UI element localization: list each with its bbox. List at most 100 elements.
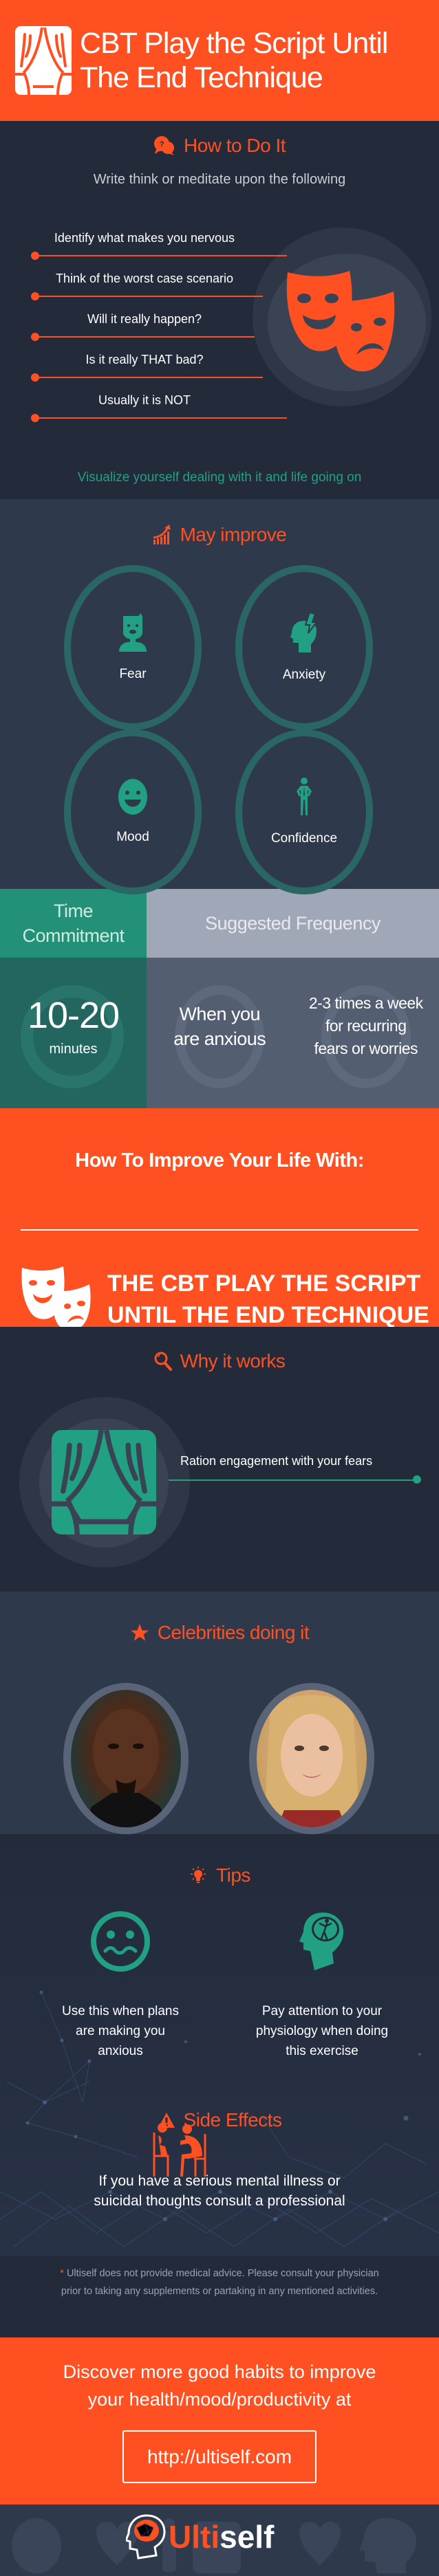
step-line <box>36 417 287 419</box>
improve-item-mood: Mood <box>64 729 202 894</box>
celebrity-photo-kanye-west <box>71 1690 181 1827</box>
improve-item-fear: Fear <box>64 565 202 730</box>
smiley-icon <box>118 779 147 815</box>
step-text: Think of the worst case scenario <box>55 272 234 285</box>
disclaimer-asterisk: * <box>60 2268 64 2279</box>
step-item: Will it really happen? <box>28 312 289 353</box>
step-line <box>36 296 263 297</box>
banner-technique-name: THE CBT PLAY THE SCRIPT UNTIL THE END TE… <box>107 1268 429 1331</box>
improve-label: Fear <box>119 667 147 681</box>
side-effects-line: suicidal thoughts consult a professional <box>94 2193 345 2209</box>
improve-item-confidence: Confidence <box>235 729 373 894</box>
ultiself-link-button[interactable]: http://ultiself.com <box>122 2430 317 2483</box>
cta-text: Discover more good habits to improve your… <box>0 2358 439 2413</box>
banner-heading: How To Improve Your Life With: <box>75 1149 364 1171</box>
cta-line-2: your health/mood/productivity at <box>87 2389 352 2410</box>
step-text: Identify what makes you nervous <box>54 231 235 245</box>
steps-list: Identify what makes you nervous Think of… <box>28 231 289 434</box>
tip-line: physiology when doing <box>255 2024 389 2038</box>
step-item: Identify what makes you nervous <box>28 231 289 272</box>
question-chat-icon: ? <box>153 136 174 155</box>
time-commitment-unit: minutes <box>49 1042 98 1057</box>
banner-technique: THE CBT PLAY THE SCRIPT UNTIL THE END TE… <box>21 1266 429 1332</box>
tip-line: anxious <box>98 2044 143 2058</box>
brain-head-icon <box>126 2514 166 2560</box>
time-commitment-value: 10-20 <box>27 995 120 1036</box>
tip-line: this exercise <box>286 2044 358 2058</box>
title-line-1: CBT Play the Script Until <box>80 27 388 60</box>
tip-line: Use this when plans <box>61 2004 180 2018</box>
head-body-icon <box>299 1913 343 1970</box>
nervous-face-icon <box>91 1911 150 1972</box>
suggested-frequency-body: When you are anxious 2-3 times a week for … <box>147 958 439 1108</box>
step-line <box>36 336 255 338</box>
side-effects-text: If you have a serious mental illness or s… <box>0 2171 439 2211</box>
tips-section: Tips Use this when plans are making you an… <box>0 1834 439 2256</box>
why-it-works-section: Why it works Ration engagement with your… <box>0 1327 439 1592</box>
step-text: Usually it is NOT <box>98 393 191 407</box>
banner-line-1: THE CBT PLAY THE SCRIPT <box>107 1270 421 1297</box>
celebrity-photo-ellie-goulding <box>257 1690 367 1827</box>
why-reason: Ration engagement with your fears <box>180 1454 373 1468</box>
improve-label: Mood <box>116 830 149 844</box>
may-improve-heading: May improve <box>0 499 439 546</box>
disclaimer-line-2: prior to taking any supplements or parta… <box>61 2286 378 2297</box>
time-commitment-label-1: Time <box>54 901 94 921</box>
frequency-option: 2-3 times a week for recurring fears or wo… <box>293 958 439 1108</box>
theater-masks-icon <box>21 1266 91 1331</box>
how-to-section: ? How to Do It Write think or meditate u… <box>0 121 439 499</box>
step-item: Is it really THAT bad? <box>28 353 289 393</box>
improve-life-banner: How To Improve Your Life With: THE CBT P… <box>0 1108 439 1331</box>
why-title: Why it works <box>180 1350 286 1372</box>
cta-line-1: Discover more good habits to improve <box>63 2362 376 2382</box>
how-to-title: How to Do It <box>183 135 286 156</box>
step-item: Usually it is NOT <box>28 393 289 434</box>
scared-person-icon <box>119 613 147 652</box>
side-effects-heading: Side Effects <box>0 2079 439 2131</box>
cta-section: Discover more good habits to improve your… <box>0 2337 439 2505</box>
footer: Ultiself <box>0 2505 439 2576</box>
frequency-line: fears or worries <box>314 1039 418 1057</box>
frequency-text: When you are anxious <box>173 1002 266 1051</box>
suggested-frequency-panel: Suggested Frequency When you are anxious … <box>147 889 439 1108</box>
step-text: Is it really THAT bad? <box>85 353 204 366</box>
visualize-text: Visualize yourself dealing with it and l… <box>77 470 362 485</box>
growth-chart-icon <box>153 525 171 544</box>
step-line <box>36 377 263 378</box>
frequency-line: When you <box>179 1003 261 1024</box>
theater-curtain-icon <box>52 1430 156 1534</box>
tip-text: Pay attention to your physiology when doi… <box>233 2001 411 2061</box>
celebrities-heading: Celebrities doing it <box>0 1592 439 1644</box>
may-improve-section: May improve Fear Anxiety Mood Confidence <box>0 499 439 894</box>
ultiself-wordmark: Ultiself <box>169 2518 274 2555</box>
tip-item: Pay attention to your physiology when doi… <box>233 1911 411 2061</box>
frequency-line: 2-3 times a week <box>308 994 423 1012</box>
suggested-frequency-header: Suggested Frequency <box>147 889 439 958</box>
improve-label: Confidence <box>270 831 338 846</box>
frequency-line: for recurring <box>325 1017 407 1035</box>
why-connector-dot <box>413 1475 421 1484</box>
banner-line-2: UNTIL THE END TECHNIQUE <box>107 1302 429 1328</box>
frequency-text: 2-3 times a week for recurring fears or wo… <box>309 992 423 1060</box>
svg-text:?: ? <box>160 140 164 148</box>
confident-person-icon <box>297 778 312 815</box>
ultiself-logo: Ultiself <box>126 2514 274 2560</box>
step-text: Will it really happen? <box>87 312 202 326</box>
step-item: Think of the worst case scenario <box>28 272 289 312</box>
disclaimer: * Ultiself does not provide medical advi… <box>0 2256 439 2337</box>
time-commitment-body: 10-20 minutes <box>0 958 147 1108</box>
lightbulb-icon <box>191 1867 206 1883</box>
banner-divider <box>21 1229 418 1231</box>
frequency-option: When you are anxious <box>147 958 293 1108</box>
magnifier-icon <box>154 1352 172 1371</box>
portrait-image <box>85 1709 167 1827</box>
tips-title: Tips <box>216 1864 250 1886</box>
time-commitment-panel: Time Commitment 10-20 minutes <box>0 889 147 1108</box>
improve-item-anxiety: Anxiety <box>235 565 373 730</box>
theater-curtain-icon <box>15 26 72 95</box>
theater-masks-icon <box>286 271 395 372</box>
tips-heading: Tips <box>0 1834 439 1886</box>
tip-line: are making you <box>76 2024 165 2038</box>
page-title: CBT Play the Script Until The End Techni… <box>80 26 388 95</box>
may-improve-title: May improve <box>180 524 287 545</box>
